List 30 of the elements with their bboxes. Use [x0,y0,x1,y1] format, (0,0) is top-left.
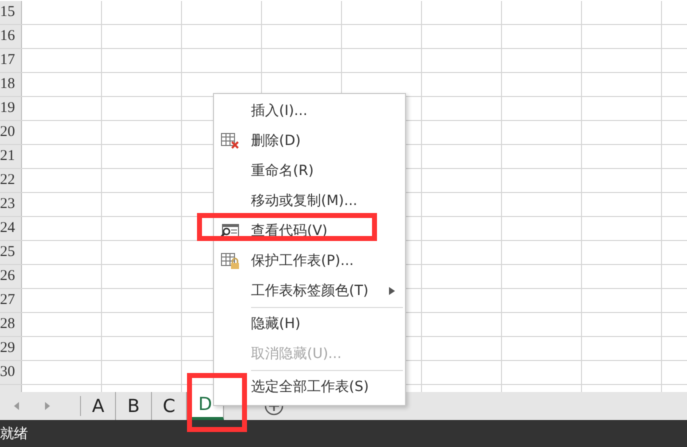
row-header[interactable]: 25 [0,241,22,264]
delete-sheet-icon [220,132,240,150]
menu-item[interactable]: 工作表标签颜色(T) [214,276,405,306]
submenu-arrow-icon [389,287,395,295]
row-header[interactable]: 27 [0,289,22,312]
row-header[interactable]: 28 [0,313,22,336]
scroll-right-icon[interactable] [42,401,52,411]
row-header[interactable]: 16 [0,25,22,48]
highlight-frame [187,373,247,432]
menu-item[interactable]: 移动或复制(M)... [214,186,405,216]
row-header[interactable]: 17 [0,49,22,72]
row-header[interactable]: 26 [0,265,22,288]
row-header[interactable]: 23 [0,193,22,216]
row-header[interactable]: 22 [0,169,22,192]
status-text: 就绪 [0,424,28,442]
row-header[interactable]: 15 [0,1,22,24]
menu-item[interactable]: 重命名(R) [214,156,405,186]
menu-item[interactable]: 删除(D) [214,126,405,156]
row-header[interactable]: 19 [0,97,22,120]
menu-item[interactable]: 保护工作表(P)... [214,246,405,276]
row-header[interactable]: 18 [0,73,22,96]
menu-item[interactable]: 插入(I)... [214,96,405,126]
row-header[interactable]: 20 [0,121,22,144]
row-header[interactable]: 24 [0,217,22,240]
row-header[interactable]: 29 [0,337,22,360]
menu-item[interactable]: 隐藏(H) [214,309,405,339]
row-header[interactable]: 21 [0,145,22,168]
row-header[interactable]: 30 [0,361,22,384]
protect-sheet-icon [220,252,240,270]
scroll-left-icon[interactable] [12,401,22,411]
